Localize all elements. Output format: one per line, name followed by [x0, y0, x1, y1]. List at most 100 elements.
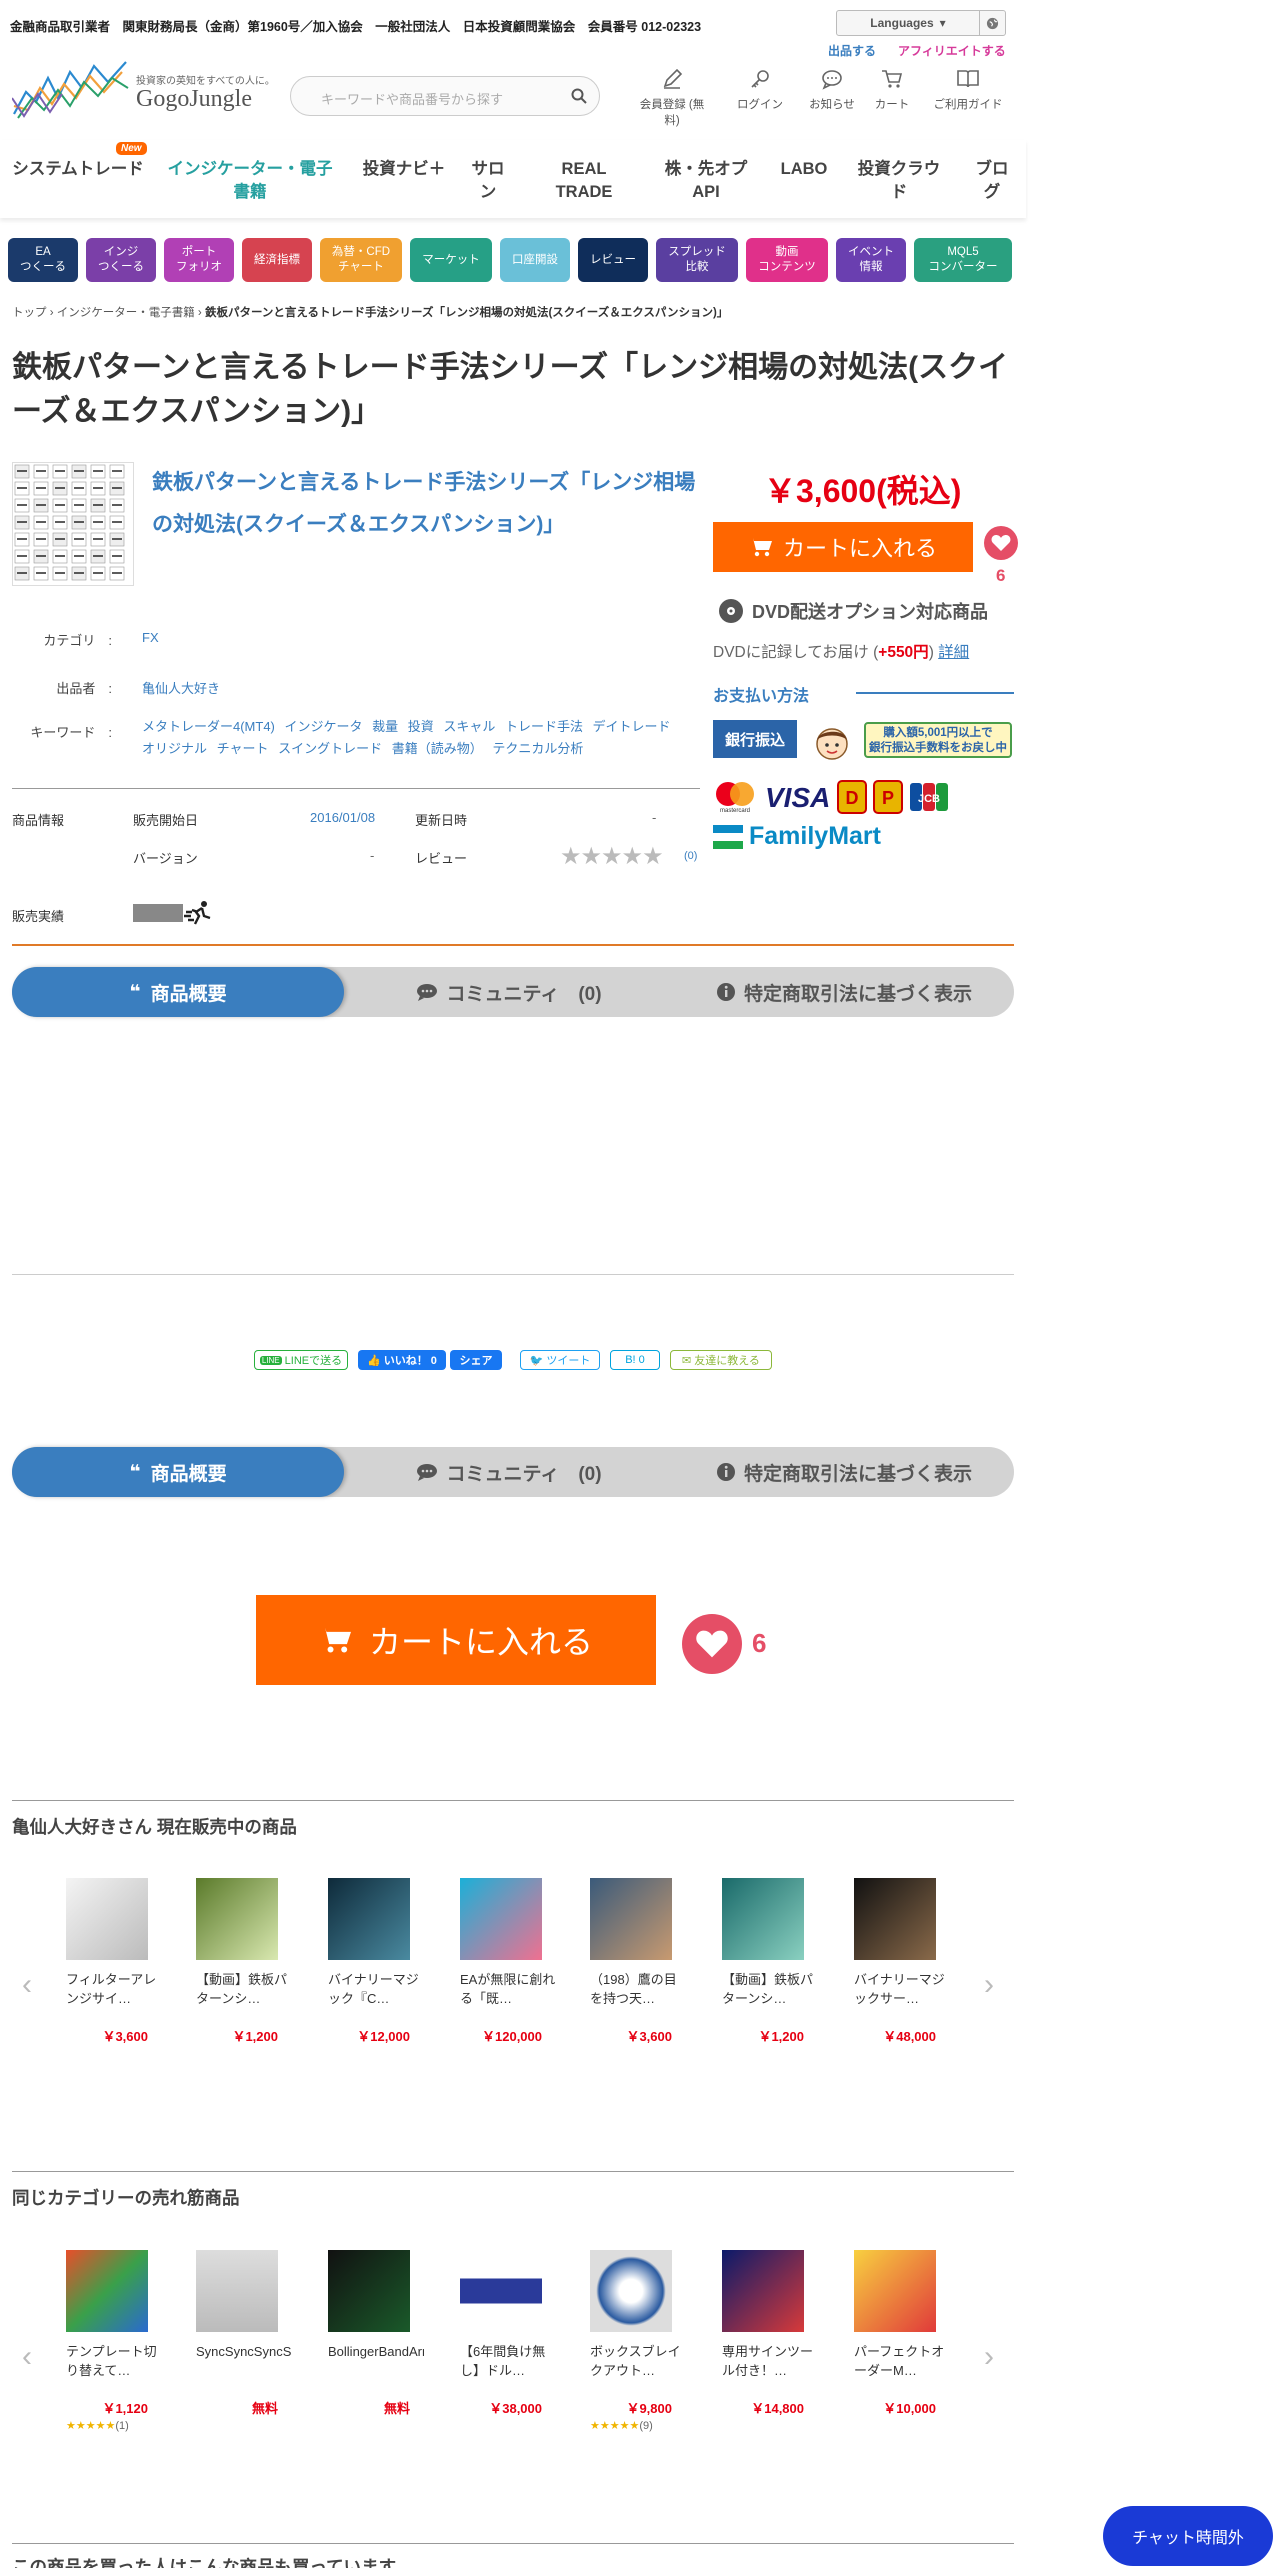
product-name[interactable]: バイナリーマジックサー… [854, 1970, 950, 2010]
chat-button[interactable]: チャット時間外 [1103, 2506, 1273, 2566]
product-image[interactable] [66, 2250, 148, 2332]
product-card[interactable]: 【動画】鉄板パターンシ… ￥1,200 [722, 1878, 818, 2045]
quick-button-8[interactable]: スプレッド 比較 [656, 238, 738, 282]
product-card[interactable]: 【動画】鉄板パターンシ… ￥1,200 [196, 1878, 292, 2045]
search-icon[interactable] [571, 88, 587, 104]
product-card[interactable]: パーフェクトオーダーM… ￥10,000 [854, 2250, 950, 2417]
sell-link[interactable]: 出品する [828, 42, 876, 59]
product-thumbnail[interactable] [12, 462, 134, 586]
product-card[interactable]: ボックスブレイクアウト… ￥9,800 ★★★★★(9) [590, 2250, 686, 2432]
language-selector[interactable]: Languages ▾ [836, 10, 1006, 36]
product-image[interactable] [590, 1878, 672, 1960]
product-image[interactable] [854, 2250, 936, 2332]
product-card[interactable]: フィルターアレンジサイ… ￥3,600 [66, 1878, 162, 2045]
tweet-button[interactable]: 🐦 ツイート [520, 1350, 600, 1370]
quick-button-11[interactable]: MQL5 コンバーター [914, 238, 1012, 282]
product-image[interactable] [722, 1878, 804, 1960]
quick-button-2[interactable]: ポート フォリオ [164, 238, 234, 282]
product-image[interactable] [854, 1878, 936, 1960]
nav-salon[interactable]: サロン [466, 158, 510, 204]
product-name[interactable]: テンプレート切り替えて… [66, 2342, 162, 2382]
product-card[interactable]: BollingerBandArrow 無料 [328, 2250, 424, 2417]
product-name[interactable]: 専用サインツール付き！… [722, 2342, 818, 2382]
quick-button-9[interactable]: 動画 コンテンツ [746, 238, 828, 282]
product-name[interactable]: SyncSyncSyncSample [196, 2342, 292, 2382]
quick-button-6[interactable]: 口座開設 [500, 238, 570, 282]
product-name[interactable]: ボックスブレイクアウト… [590, 2342, 686, 2382]
quick-button-7[interactable]: レビュー [578, 238, 648, 282]
affiliate-link[interactable]: アフィリエイトする [898, 42, 1006, 59]
guide-link[interactable]: ご利用ガイド [928, 68, 1008, 112]
product-image[interactable] [460, 1878, 542, 1960]
product-card[interactable]: EAが無限に創れる「既… ￥120,000 [460, 1878, 556, 2045]
nav-labo[interactable]: LABO [776, 158, 832, 181]
product-name[interactable]: 【6年間負け無し】ドル… [460, 2342, 556, 2382]
nav-navi[interactable]: 投資ナビ＋ [362, 158, 446, 181]
nav-blog[interactable]: ブログ [968, 158, 1016, 204]
product-image[interactable] [328, 2250, 410, 2332]
tab-community[interactable]: コミュニティ (0) [344, 967, 674, 1017]
product-image[interactable] [328, 1878, 410, 1960]
facebook-like-button[interactable]: 👍 いいね！ 0 [358, 1350, 446, 1370]
product-card[interactable]: バイナリーマジック『C… ￥12,000 [328, 1878, 424, 2045]
login-link[interactable]: ログイン [724, 68, 796, 112]
product-name[interactable]: パーフェクトオーダーM… [854, 2342, 950, 2382]
product-name[interactable]: バイナリーマジック『C… [328, 1970, 424, 2010]
like-button[interactable] [984, 526, 1018, 560]
product-image[interactable] [66, 1878, 148, 1960]
rating-stars[interactable]: ★★★★★ [560, 842, 664, 871]
tab-community[interactable]: コミュニティ (0) [344, 1447, 674, 1497]
quick-button-5[interactable]: マーケット [410, 238, 492, 282]
add-to-cart-button[interactable]: カートに入れる [713, 522, 973, 572]
nav-realtrade[interactable]: REAL TRADE [548, 158, 620, 204]
product-name[interactable]: （198）鷹の目を持つ天… [590, 1970, 686, 2010]
like-button-large[interactable] [682, 1614, 742, 1674]
carousel-prev-icon[interactable]: ‹ [22, 1968, 32, 2002]
quick-button-10[interactable]: イベント 情報 [836, 238, 906, 282]
category-link[interactable]: FX [142, 630, 159, 645]
facebook-share-button[interactable]: シェア [450, 1350, 502, 1370]
product-name[interactable]: BollingerBandArrow [328, 2342, 424, 2382]
product-name[interactable]: 【動画】鉄板パターンシ… [722, 1970, 818, 2010]
tab-legal[interactable]: 特定商取引法に基づく表示 [674, 1447, 1014, 1497]
nav-systemtrade[interactable]: システムトレード [8, 158, 148, 181]
tab-overview[interactable]: ❝ 商品概要 [12, 967, 344, 1017]
cart-link[interactable]: カート [862, 68, 922, 112]
product-image[interactable] [722, 2250, 804, 2332]
product-card[interactable]: テンプレート切り替えて… ￥1,120 ★★★★★(1) [66, 2250, 162, 2432]
product-image[interactable] [590, 2250, 672, 2332]
nav-api[interactable]: 株・先オプAPI [656, 158, 756, 204]
product-card[interactable]: （198）鷹の目を持つ天… ￥3,600 [590, 1878, 686, 2045]
globe-icon[interactable] [979, 11, 1005, 35]
search-input[interactable]: キーワードや商品番号から探す [290, 76, 600, 116]
keyword-list[interactable]: メタトレーダー4(MT4) インジケータ 裁量 投資 スキャル トレード手法 デ… [142, 716, 682, 760]
tab-legal[interactable]: 特定商取引法に基づく表示 [674, 967, 1014, 1017]
product-image[interactable] [196, 1878, 278, 1960]
nav-indicator[interactable]: インジケーター・電子書籍 [160, 158, 340, 204]
carousel-prev-icon[interactable]: ‹ [22, 2340, 32, 2374]
product-name[interactable]: 【動画】鉄板パターンシ… [196, 1970, 292, 2010]
dvd-detail-link[interactable]: 詳細 [938, 644, 969, 661]
tab-overview[interactable]: ❝ 商品概要 [12, 1447, 344, 1497]
product-image[interactable] [196, 2250, 278, 2332]
nav-cloud[interactable]: 投資クラウド [852, 158, 946, 204]
quick-button-3[interactable]: 経済指標 [242, 238, 312, 282]
line-share-button[interactable]: LINE LINEで送る [254, 1350, 348, 1370]
review-count[interactable]: (0) [684, 850, 697, 862]
logo[interactable]: 投資家の英知をすべての人に。 GogoJungle [11, 58, 277, 122]
seller-link[interactable]: 亀仙人大好き [142, 678, 220, 697]
notice-link[interactable]: お知らせ [800, 68, 864, 112]
quick-button-0[interactable]: EA つくーる [8, 238, 78, 282]
product-card[interactable]: SyncSyncSyncSample 無料 [196, 2250, 292, 2417]
product-card[interactable]: バイナリーマジックサー… ￥48,000 [854, 1878, 950, 2045]
register-link[interactable]: 会員登録 (無料) [636, 68, 708, 128]
product-card[interactable]: 【6年間負け無し】ドル… ￥38,000 [460, 2250, 556, 2417]
breadcrumb-top[interactable]: トップ [12, 307, 47, 319]
carousel-next-icon[interactable]: › [984, 2340, 994, 2374]
quick-button-4[interactable]: 為替・CFD チャート [320, 238, 402, 282]
hatena-button[interactable]: B! 0 [610, 1350, 660, 1370]
product-name[interactable]: フィルターアレンジサイ… [66, 1970, 162, 2010]
product-card[interactable]: 専用サインツール付き！… ￥14,800 [722, 2250, 818, 2417]
carousel-next-icon[interactable]: › [984, 1968, 994, 2002]
product-image[interactable] [460, 2250, 542, 2332]
